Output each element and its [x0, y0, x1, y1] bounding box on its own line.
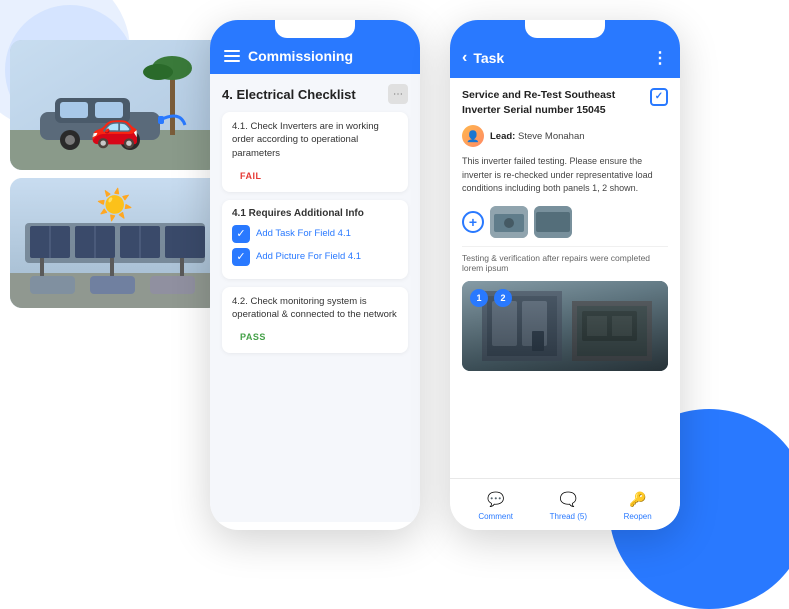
attachment-row: +	[462, 206, 668, 238]
add-task-icon: ✓	[232, 225, 250, 243]
photo-car	[10, 40, 220, 170]
thumbnail-2	[534, 206, 572, 238]
photos-container	[10, 40, 220, 308]
lead-text: Lead: Steve Monahan	[490, 131, 585, 142]
add-picture-label: Add Picture For Field 4.1	[256, 251, 361, 262]
task-image: 1 2	[462, 281, 668, 371]
comment-nav-item[interactable]: 💬 Comment	[478, 488, 513, 521]
task-description: This inverter failed testing. Please ens…	[462, 155, 668, 196]
add-task-label: Add Task For Field 4.1	[256, 228, 351, 239]
lead-label: Lead:	[490, 131, 515, 142]
section-title: 4. Electrical Checklist	[222, 87, 356, 102]
hamburger-icon[interactable]	[224, 50, 240, 62]
checklist-item-1: 4.1. Check Inverters are in working orde…	[222, 112, 408, 192]
task-body: Service and Re-Test Southeast Inverter S…	[450, 78, 680, 474]
photo-solar	[10, 178, 220, 308]
checklist-text-2: 4.2. Check monitoring system is operatio…	[232, 295, 398, 322]
thread-icon: 🗨️	[557, 488, 579, 510]
requires-info-section: 4.1 Requires Additional Info ✓ Add Task …	[222, 200, 408, 279]
lead-row: 👤 Lead: Steve Monahan	[462, 125, 668, 147]
thumbnail-1	[490, 206, 528, 238]
reopen-nav-label: Reopen	[624, 512, 652, 521]
phone-right: ‹ Task ⋮ Service and Re-Test Southeast I…	[450, 20, 680, 530]
status-badge-fail: FAIL	[232, 169, 270, 183]
status-badge-pass: PASS	[232, 330, 274, 344]
phone-notch-left	[275, 20, 355, 38]
section-header: 4. Electrical Checklist ⋯	[222, 84, 408, 104]
thread-nav-item[interactable]: 🗨️ Thread (5)	[550, 488, 587, 521]
comment-nav-label: Comment	[478, 512, 513, 521]
task-title-text: Service and Re-Test Southeast Inverter S…	[462, 88, 644, 117]
add-attachment-button[interactable]: +	[462, 211, 484, 233]
back-button[interactable]: ‹	[462, 49, 467, 67]
task-title-row: Service and Re-Test Southeast Inverter S…	[462, 88, 668, 117]
image-badges: 1 2	[470, 289, 512, 307]
image-badge-2: 2	[494, 289, 512, 307]
checklist-item-2: 4.2. Check monitoring system is operatio…	[222, 287, 408, 354]
bottom-nav: 💬 Comment 🗨️ Thread (5) 🔑 Reopen	[450, 478, 680, 530]
header-left-group: ‹ Task	[462, 49, 504, 67]
add-picture-icon: ✓	[232, 248, 250, 266]
reopen-icon: 🔑	[627, 488, 649, 510]
add-task-btn[interactable]: ✓ Add Task For Field 4.1	[232, 225, 398, 243]
phone-left: Commissioning 4. Electrical Checklist ⋯ …	[210, 20, 420, 530]
requires-info-title: 4.1 Requires Additional Info	[232, 208, 398, 219]
thread-nav-label: Thread (5)	[550, 512, 587, 521]
lead-name: Steve Monahan	[518, 131, 585, 142]
testing-note: Testing & verification after repairs wer…	[462, 246, 668, 273]
section-menu-icon[interactable]: ⋯	[388, 84, 408, 104]
phone-notch-right	[525, 20, 605, 38]
comment-icon: 💬	[485, 488, 507, 510]
add-picture-btn[interactable]: ✓ Add Picture For Field 4.1	[232, 248, 398, 266]
reopen-nav-item[interactable]: 🔑 Reopen	[624, 488, 652, 521]
left-phone-body: 4. Electrical Checklist ⋯ 4.1. Check Inv…	[210, 74, 420, 522]
task-check-icon[interactable]: ✓	[650, 88, 668, 106]
task-header-title: Task	[473, 50, 504, 66]
checklist-text-1: 4.1. Check Inverters are in working orde…	[232, 120, 398, 160]
lead-avatar: 👤	[462, 125, 484, 147]
commissioning-title: Commissioning	[248, 48, 353, 64]
three-dots-icon[interactable]: ⋮	[652, 48, 668, 68]
image-badge-1: 1	[470, 289, 488, 307]
